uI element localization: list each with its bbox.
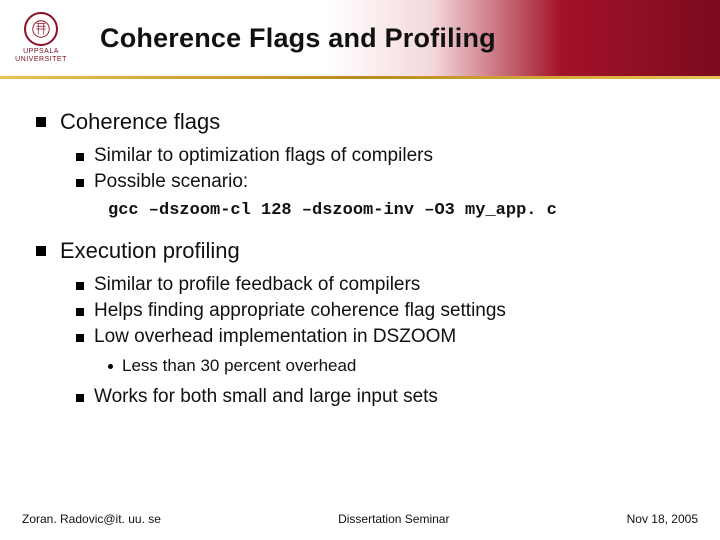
bullet-icon xyxy=(36,246,46,256)
university-logo: UPPSALA UNIVERSITET xyxy=(12,12,70,63)
seal-icon xyxy=(24,12,58,46)
bullet-text: Works for both small and large input set… xyxy=(94,386,438,408)
bullet-text: Less than 30 percent overhead xyxy=(122,356,356,376)
bullet-text: Helps finding appropriate coherence flag… xyxy=(94,300,506,322)
bullet-icon xyxy=(76,394,84,402)
logo-line1: UPPSALA xyxy=(15,48,67,56)
footer-author: Zoran. Radovic@it. uu. se xyxy=(22,512,161,526)
bullet-text: Similar to optimization flags of compile… xyxy=(94,145,433,167)
bullet-icon xyxy=(36,117,46,127)
bullet-icon xyxy=(76,334,84,342)
bullet-icon xyxy=(108,364,113,369)
slide-header: UPPSALA UNIVERSITET Coherence Flags and … xyxy=(0,0,720,76)
bullet-icon xyxy=(76,282,84,290)
bullet-icon xyxy=(76,179,84,187)
code-example: gcc –dszoom-cl 128 –dszoom-inv –O3 my_ap… xyxy=(108,201,690,220)
bullet-text: Possible scenario: xyxy=(94,171,248,193)
slide-title: Coherence Flags and Profiling xyxy=(100,23,496,54)
section-heading: Execution profiling xyxy=(60,238,240,264)
section-heading: Coherence flags xyxy=(60,109,220,135)
slide-footer: Zoran. Radovic@it. uu. se Dissertation S… xyxy=(0,512,720,526)
slide-body: Coherence flags Similar to optimization … xyxy=(0,79,720,408)
bullet-icon xyxy=(76,153,84,161)
footer-center: Dissertation Seminar xyxy=(161,512,627,526)
bullet-text: Low overhead implementation in DSZOOM xyxy=(94,326,456,348)
bullet-icon xyxy=(76,308,84,316)
bullet-text: Similar to profile feedback of compilers xyxy=(94,274,420,296)
logo-line2: UNIVERSITET xyxy=(15,56,67,64)
footer-date: Nov 18, 2005 xyxy=(627,512,698,526)
